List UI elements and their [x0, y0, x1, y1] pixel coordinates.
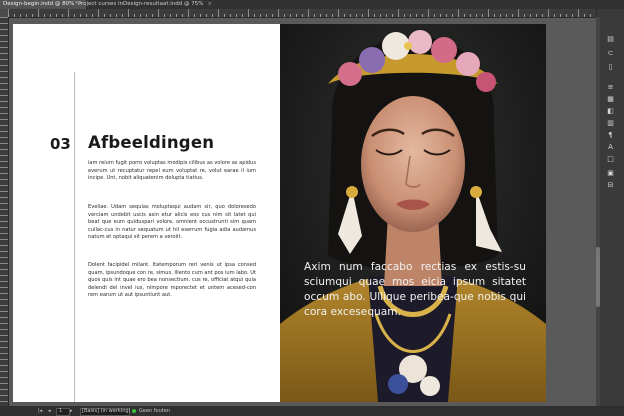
page-right-photo[interactable] — [280, 24, 546, 402]
page-left[interactable]: 03 Afbeeldingen iam reium fugit porro vo… — [13, 24, 280, 402]
ruler-minor-ticks — [8, 14, 596, 17]
tab-label: *Project curses InDesign-resultaat.indd … — [75, 1, 204, 7]
tab-label: Design-begin.indd @ 80% — [3, 1, 75, 7]
prev-page-icon[interactable]: ◂ — [48, 406, 51, 416]
portrait-photo[interactable] — [280, 24, 546, 402]
document-tab-bar: Design-begin.indd @ 80% × *Project curses… — [0, 0, 624, 9]
chapter-number[interactable]: 03 — [50, 135, 71, 153]
vertical-rule — [74, 72, 75, 402]
vertical-ruler[interactable] — [0, 17, 9, 406]
links-icon[interactable]: ⊂ — [606, 49, 615, 57]
page-number-value: 1 — [59, 408, 63, 414]
status-bar: |◂ ◂ 1 ▸ [Basis] (in werking) Geen foute… — [0, 406, 624, 416]
close-icon[interactable]: × — [207, 1, 212, 7]
swatches-icon[interactable]: ▦ — [606, 95, 615, 103]
layers-icon[interactable]: ▤ — [606, 35, 615, 43]
stroke-icon[interactable]: ≡ — [606, 83, 615, 91]
preflight-status[interactable]: Geen fouten — [139, 406, 170, 416]
tab-project-resultaat[interactable]: *Project curses InDesign-resultaat.indd … — [72, 0, 215, 9]
character-styles-icon[interactable]: A — [606, 143, 615, 151]
color-icon[interactable]: ◧ — [606, 107, 615, 115]
overlay-text-frame[interactable]: Axim num faccabo rectias ex estis-su sci… — [304, 260, 526, 320]
body-paragraph-3[interactable]: Dolent facipidel milant. Itatemporum rer… — [88, 262, 256, 300]
pages-icon[interactable]: ▯ — [606, 63, 615, 71]
gradient-icon[interactable]: ▥ — [606, 119, 615, 127]
panel-dock: ▤ ⊂ ▯ ≡ ▦ ◧ ▥ ¶ A □ ▣ ⊟ — [596, 9, 624, 406]
horizontal-ruler[interactable] — [8, 9, 596, 18]
next-page-icon[interactable]: ▸ — [70, 406, 73, 416]
chapter-heading[interactable]: Afbeeldingen — [88, 133, 214, 152]
object-styles-icon[interactable]: □ — [606, 155, 615, 163]
text-wrap-icon[interactable]: ▣ — [606, 169, 615, 177]
vertical-scrollbar[interactable] — [596, 17, 600, 406]
align-icon[interactable]: ⊟ — [606, 181, 615, 189]
paragraph-styles-icon[interactable]: ¶ — [606, 131, 615, 139]
body-paragraph-1[interactable]: iam reium fugit porro voluptas modipis c… — [88, 160, 256, 183]
style-field-value: [Basis] (in werking) — [82, 408, 131, 414]
body-paragraph-2[interactable]: Evellae. Udam sequias moluptaqui audam s… — [88, 204, 256, 242]
first-page-icon[interactable]: |◂ — [38, 406, 42, 416]
preflight-ok-icon — [132, 409, 136, 413]
scrollbar-thumb[interactable] — [596, 247, 600, 307]
